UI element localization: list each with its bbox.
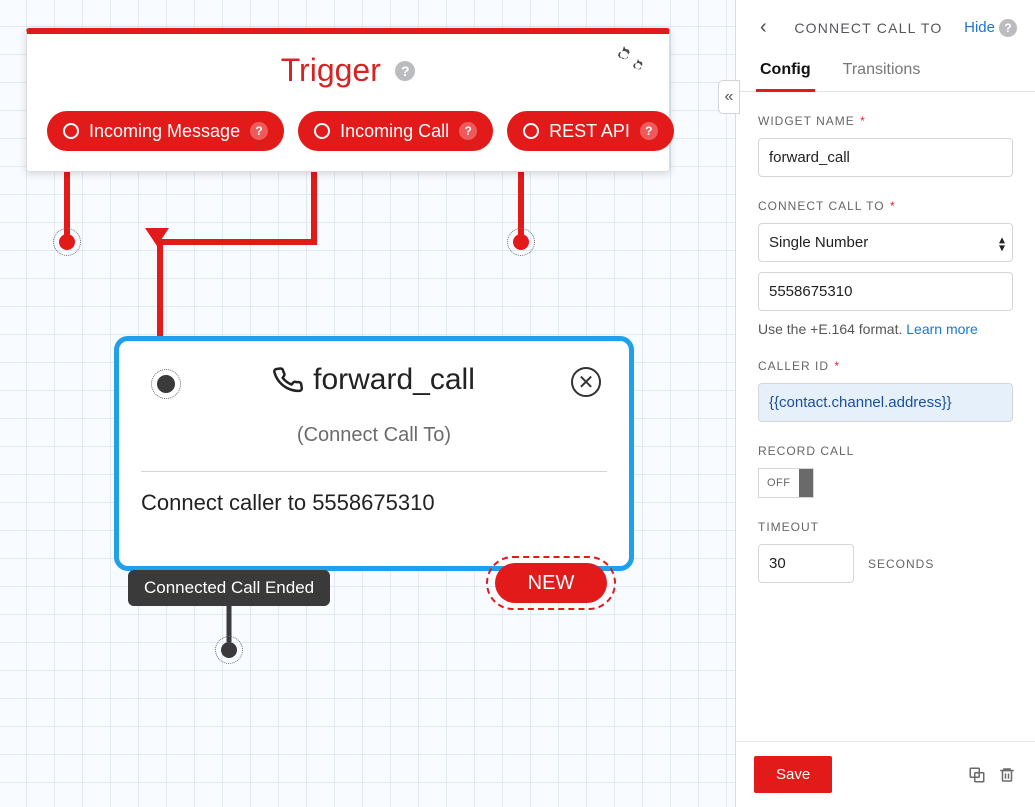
back-button[interactable]: ‹ (754, 14, 773, 41)
panel-help-icon[interactable]: ? (999, 19, 1017, 37)
connect-to-select[interactable] (758, 223, 1013, 262)
caller-id-input[interactable] (758, 383, 1013, 422)
field-label-caller-id: CALLER ID * (758, 359, 1013, 373)
tab-transitions[interactable]: Transitions (841, 51, 923, 91)
output-port-icon[interactable] (314, 123, 330, 139)
toggle-state-label: OFF (759, 477, 799, 489)
field-label-connect-to: CONNECT CALL TO * (758, 199, 1013, 213)
output-port-icon[interactable] (523, 123, 539, 139)
connect-to-number-input[interactable] (758, 272, 1013, 311)
widget-description: Connect caller to 5558675310 (141, 490, 607, 516)
trigger-output-rest-api[interactable]: REST API ? (507, 111, 674, 151)
trigger-output-label: Incoming Message (89, 121, 240, 142)
inspector-panel: « ‹ CONNECT CALL TO Hide ? Config Transi… (735, 0, 1035, 807)
trigger-output-incoming-call[interactable]: Incoming Call ? (298, 111, 493, 151)
field-label-record-call: RECORD CALL (758, 444, 1013, 458)
tab-config[interactable]: Config (758, 51, 813, 91)
trash-icon[interactable] (997, 765, 1017, 785)
timeout-units-label: SECONDS (868, 557, 934, 571)
widget-name-input[interactable] (758, 138, 1013, 177)
pill-help-icon[interactable]: ? (459, 122, 477, 140)
add-transition-button[interactable]: NEW (486, 556, 616, 610)
hide-panel-link[interactable]: Hide (964, 19, 995, 36)
close-icon[interactable]: ✕ (571, 367, 601, 397)
collapse-panel-button[interactable]: « (718, 80, 740, 114)
new-button[interactable]: NEW (495, 563, 607, 603)
trigger-help-icon[interactable]: ? (395, 61, 415, 81)
connect-to-hint: Use the +E.164 format. Learn more (758, 321, 1013, 337)
trigger-title: Trigger (281, 52, 381, 89)
phone-icon (271, 363, 305, 397)
connector-endpoint[interactable] (507, 228, 535, 256)
widget-name: forward_call (313, 363, 475, 397)
toggle-knob-icon (799, 469, 813, 497)
connector-endpoint[interactable] (53, 228, 81, 256)
trigger-output-label: Incoming Call (340, 121, 449, 142)
panel-title: CONNECT CALL TO (773, 20, 964, 36)
trigger-output-incoming-message[interactable]: Incoming Message ? (47, 111, 284, 151)
record-call-toggle[interactable]: OFF (758, 468, 814, 498)
widget-output-label: Connected Call Ended (144, 578, 314, 597)
field-label-timeout: TIMEOUT (758, 520, 1013, 534)
pill-help-icon[interactable]: ? (640, 122, 658, 140)
save-button[interactable]: Save (754, 756, 832, 793)
input-port[interactable] (151, 369, 181, 399)
learn-more-link[interactable]: Learn more (906, 321, 978, 337)
trigger-card[interactable]: Trigger ? Incoming Message ? Incoming Ca… (26, 28, 670, 172)
panel-tabs: Config Transitions (736, 51, 1035, 92)
field-label-widget-name: WIDGET NAME * (758, 114, 1013, 128)
timeout-input[interactable] (758, 544, 854, 583)
trigger-output-label: REST API (549, 121, 630, 142)
pill-help-icon[interactable]: ? (250, 122, 268, 140)
duplicate-icon[interactable] (967, 765, 987, 785)
widget-subtitle: (Connect Call To) (141, 424, 607, 447)
gear-icon[interactable] (611, 46, 649, 85)
connector-endpoint[interactable] (215, 636, 243, 664)
connector-arrow-icon (145, 228, 169, 246)
flow-widget-forward-call[interactable]: forward_call ✕ (Connect Call To) Connect… (114, 336, 634, 571)
divider (141, 471, 607, 472)
widget-output-connected-call-ended[interactable]: Connected Call Ended (128, 570, 330, 606)
output-port-icon[interactable] (63, 123, 79, 139)
